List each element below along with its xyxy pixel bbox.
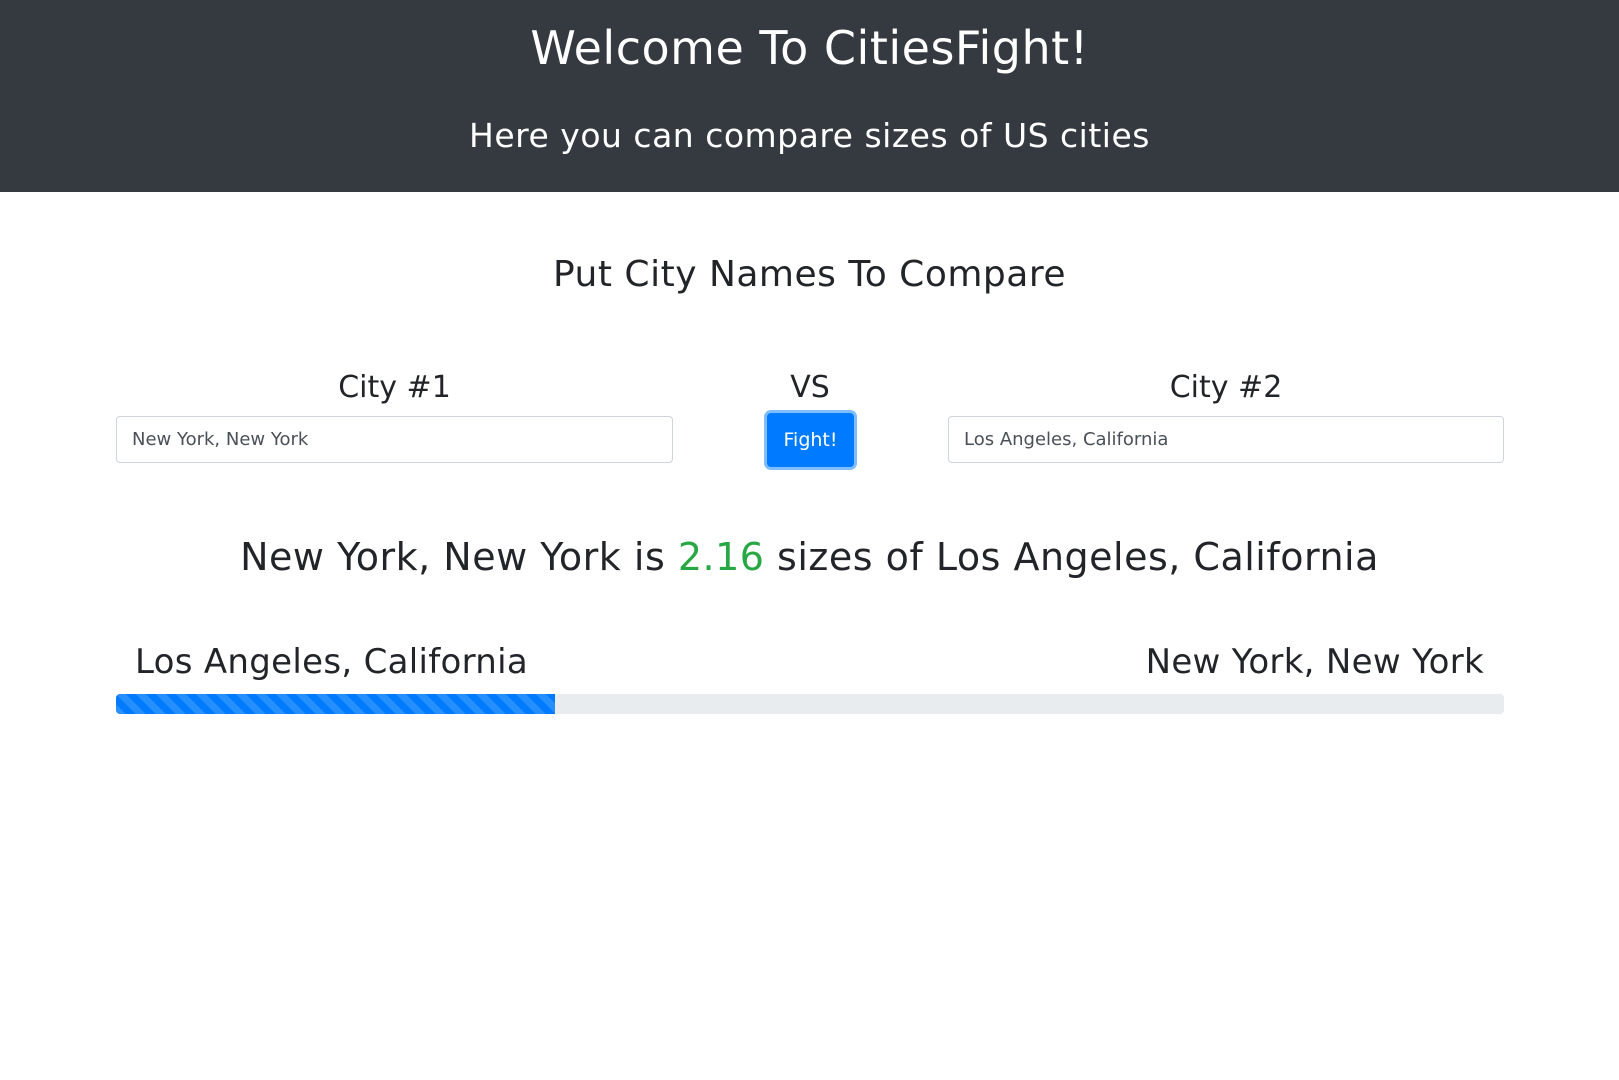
city2-label: City #2: [1169, 370, 1283, 405]
vs-label: VS: [790, 370, 830, 405]
result-city-a: New York, New York: [240, 535, 622, 579]
size-comparison-bar-fill: [116, 694, 555, 714]
bar-left-label: Los Angeles, California: [135, 642, 529, 682]
result-sentence: New York, New York is 2.16 sizes of Los …: [0, 530, 1619, 584]
result-sizes-of-text: sizes of: [777, 535, 924, 579]
fight-button[interactable]: Fight!: [767, 413, 854, 467]
page-subtitle: Here you can compare sizes of US cities: [469, 116, 1150, 155]
result-is-text: is: [633, 535, 666, 579]
page-title: Welcome To CitiesFight!: [530, 21, 1089, 75]
result-ratio: 2.16: [677, 535, 765, 579]
page-header: Welcome To CitiesFight! Here you can com…: [0, 0, 1619, 192]
city1-label: City #1: [338, 370, 451, 405]
form-section-title: Put City Names To Compare: [552, 254, 1066, 295]
bar-right-label: New York, New York: [1145, 642, 1484, 682]
size-comparison-bar: [116, 694, 1504, 714]
result-city-b: Los Angeles, California: [935, 535, 1379, 579]
city1-input[interactable]: [116, 416, 673, 463]
city2-input[interactable]: [948, 416, 1504, 463]
